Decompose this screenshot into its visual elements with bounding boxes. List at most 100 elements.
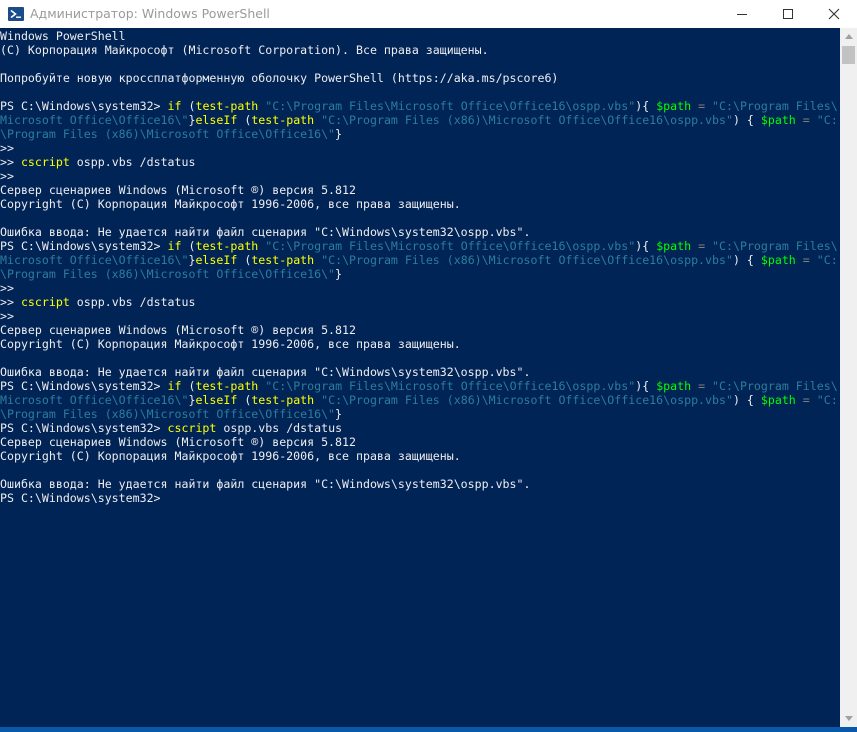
console-line: PS C:\Windows\system32> if (test-path "C…: [0, 99, 838, 113]
chevron-up-icon: [844, 34, 853, 39]
console-token: "C:\Program Files\Microsoft Office\Offic…: [265, 99, 636, 113]
console-token: if: [167, 99, 182, 113]
console-line: PS C:\Windows\system32> if (test-path "C…: [0, 239, 838, 253]
console-token: =: [802, 253, 810, 267]
scroll-down-button[interactable]: [840, 710, 857, 727]
window-bottom-edge: [0, 727, 857, 732]
close-button[interactable]: [811, 0, 857, 28]
console-token: $path: [760, 113, 796, 127]
chevron-down-icon: [844, 716, 853, 721]
console-line: PS C:\Windows\system32>: [0, 491, 161, 505]
console-token: Copyright (C) Корпорация Майкрософт 1996…: [0, 197, 461, 211]
console-token: $path: [760, 393, 796, 407]
console-token: \Program Files (x86)\Microsoft Office\Of…: [0, 267, 336, 281]
console-line: >>: [0, 141, 14, 155]
console-line: Ошибка ввода: Не удается найти файл сцен…: [0, 225, 530, 239]
console-token: =: [802, 393, 810, 407]
console-token: $path: [656, 379, 692, 393]
console-token: $path: [656, 239, 692, 253]
console-token: [810, 253, 817, 267]
console-line: Сервер сценариев Windows (Microsoft ®) в…: [0, 183, 356, 197]
powershell-icon: [8, 6, 24, 22]
console-token: (C) Корпорация Майкрософт (Microsoft Cor…: [0, 43, 489, 57]
console-token: Copyright (C) Корпорация Майкрософт 1996…: [0, 449, 461, 463]
console-token: (: [237, 393, 252, 407]
console-token: ospp.vbs /dstatus: [216, 421, 343, 435]
console-line: PS C:\Windows\system32> if (test-path "C…: [0, 379, 838, 393]
console-token: "C:: [816, 393, 838, 407]
console-token: Microsoft Office\Office16\": [0, 253, 189, 267]
console-token: "C:\Program Files\: [712, 239, 838, 253]
console-token: if: [167, 239, 182, 253]
console-token: "C:\Program Files\: [712, 99, 838, 113]
console-token: >>: [0, 155, 21, 169]
console-token: Попробуйте новую кроссплатформенную обол…: [0, 71, 559, 85]
console-token: PS C:\Windows\system32>: [0, 491, 161, 505]
console-token: >>: [0, 295, 21, 309]
console-token: "C:\Program Files (x86)\Microsoft Office…: [321, 253, 733, 267]
console-token: cscript: [167, 421, 217, 435]
console-line: Windows PowerShell: [0, 29, 126, 43]
scroll-thumb[interactable]: [842, 46, 855, 64]
vertical-scrollbar[interactable]: [840, 28, 857, 727]
console-token: "C:\Program Files\Microsoft Office\Offic…: [265, 379, 636, 393]
console-token: [810, 393, 817, 407]
console-line: Ошибка ввода: Не удается найти файл сцен…: [0, 477, 530, 491]
console-line: Copyright (C) Корпорация Майкрософт 1996…: [0, 449, 461, 463]
console-token: >>: [0, 169, 14, 183]
scroll-up-button[interactable]: [840, 28, 857, 45]
console-token: }: [335, 267, 343, 281]
console-line: Ошибка ввода: Не удается найти файл сцен…: [0, 365, 530, 379]
console-token: ){: [635, 99, 657, 113]
maximize-button[interactable]: [765, 0, 811, 28]
console-token: test-path: [195, 379, 259, 393]
console-token: Microsoft Office\Office16\": [0, 393, 189, 407]
maximize-icon: [783, 9, 793, 19]
console-token: "C:\Program Files\: [712, 379, 838, 393]
console-token: ) {: [732, 113, 761, 127]
console-line: PS C:\Windows\system32> cscript ospp.vbs…: [0, 421, 342, 435]
console-token: ospp.vbs /dstatus: [69, 295, 196, 309]
console-token: "C:\Program Files (x86)\Microsoft Office…: [321, 113, 733, 127]
console-line: Microsoft Office\Office16\"}elseIf (test…: [0, 253, 838, 267]
console-token: Ошибка ввода: Не удается найти файл сцен…: [0, 477, 531, 491]
console-token: =: [802, 113, 810, 127]
console-line: Сервер сценариев Windows (Microsoft ®) в…: [0, 323, 356, 337]
console-token: test-path: [251, 393, 315, 407]
console-line: Microsoft Office\Office16\"}elseIf (test…: [0, 113, 838, 127]
console-token: =: [698, 239, 706, 253]
console-token: Сервер сценариев Windows (Microsoft ®) в…: [0, 323, 356, 337]
console-token: [796, 253, 803, 267]
console-line: (C) Корпорация Майкрософт (Microsoft Cor…: [0, 43, 489, 57]
console-token: }: [335, 127, 343, 141]
console-token: $path: [656, 99, 692, 113]
console-line: Microsoft Office\Office16\"}elseIf (test…: [0, 393, 838, 407]
console-token: PS C:\Windows\system32>: [0, 239, 168, 253]
console-output[interactable]: Windows PowerShell (C) Корпорация Майкрос…: [0, 28, 840, 727]
console-token: Ошибка ввода: Не удается найти файл сцен…: [0, 225, 531, 239]
console-token: [705, 99, 712, 113]
console-token: elseIf: [195, 253, 238, 267]
minimize-button[interactable]: [719, 0, 765, 28]
console-line: >>: [0, 309, 14, 323]
console-token: ){: [635, 239, 657, 253]
console-line: Попробуйте новую кроссплатформенную обол…: [0, 71, 558, 85]
console-token: Windows PowerShell: [0, 29, 126, 43]
console-token: test-path: [195, 239, 259, 253]
console-token: (: [237, 253, 252, 267]
title-bar[interactable]: Администратор: Windows PowerShell: [0, 0, 857, 28]
console-token: elseIf: [195, 393, 238, 407]
console-token: Сервер сценариев Windows (Microsoft ®) в…: [0, 435, 356, 449]
console-token: [705, 379, 712, 393]
powershell-window: Администратор: Windows PowerShell Window…: [0, 0, 857, 732]
console-token: $path: [760, 253, 796, 267]
console-token: "C:\Program Files\Microsoft Office\Offic…: [265, 239, 636, 253]
console-token: ){: [635, 379, 657, 393]
console-token: Сервер сценариев Windows (Microsoft ®) в…: [0, 183, 356, 197]
console-token: (: [181, 379, 196, 393]
console-token: "C:: [816, 253, 838, 267]
console-token: "C:\Program Files (x86)\Microsoft Office…: [321, 393, 733, 407]
console-line: >> cscript ospp.vbs /dstatus: [0, 295, 195, 309]
console-token: cscript: [20, 155, 70, 169]
console-token: }: [335, 407, 343, 421]
